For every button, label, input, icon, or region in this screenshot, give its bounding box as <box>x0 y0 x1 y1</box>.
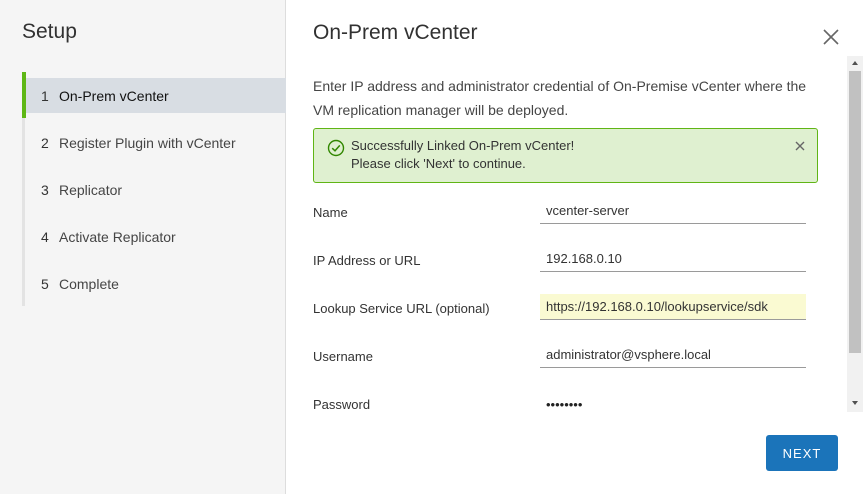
scroll-thumb[interactable] <box>849 71 861 353</box>
sidebar-title: Setup <box>22 20 77 43</box>
step-label: Register Plugin with vCenter <box>59 134 236 151</box>
step-number: 5 <box>41 275 49 292</box>
name-label: Name <box>313 205 348 220</box>
active-step-indicator <box>22 72 26 118</box>
step-number: 2 <box>41 134 49 151</box>
next-button[interactable]: NEXT <box>766 435 838 471</box>
steps-sidebar: Setup 1 On-Prem vCenter 2 Register Plugi… <box>0 0 286 494</box>
password-label: Password <box>313 397 371 412</box>
page-title: On-Prem vCenter <box>313 21 478 44</box>
check-circle-icon <box>327 139 345 157</box>
step-number: 3 <box>41 181 49 198</box>
ip-address-field[interactable] <box>540 246 806 272</box>
step-label: Activate Replicator <box>59 228 176 245</box>
alert-instruction: Please click 'Next' to continue. <box>351 156 526 171</box>
step-label: Complete <box>59 275 119 292</box>
username-label: Username <box>313 349 373 364</box>
step-replicator[interactable]: 3 Replicator <box>25 172 286 207</box>
lookup-url-label: Lookup Service URL (optional) <box>313 301 490 316</box>
scroll-up-icon[interactable] <box>847 56 863 70</box>
step-activate-replicator[interactable]: 4 Activate Replicator <box>25 219 286 254</box>
setup-dialog: Setup 1 On-Prem vCenter 2 Register Plugi… <box>0 0 863 494</box>
step-label: On-Prem vCenter <box>59 87 169 104</box>
step-content-pane: On-Prem vCenter Enter IP address and adm… <box>287 0 863 494</box>
close-icon[interactable] <box>821 27 841 47</box>
step-number: 4 <box>41 228 49 245</box>
alert-close-icon[interactable] <box>793 139 807 153</box>
form-content: Enter IP address and administrator crede… <box>287 70 847 412</box>
scroll-down-icon[interactable] <box>847 396 863 410</box>
step-list: 1 On-Prem vCenter 2 Register Plugin with… <box>22 72 286 306</box>
step-register-plugin[interactable]: 2 Register Plugin with vCenter <box>25 125 286 160</box>
success-alert: Successfully Linked On-Prem vCenter! Ple… <box>313 128 818 183</box>
password-field[interactable]: •••••••• <box>546 397 582 412</box>
name-field[interactable] <box>540 198 806 224</box>
step-complete[interactable]: 5 Complete <box>25 266 286 301</box>
intro-text: Enter IP address and administrator crede… <box>313 78 807 118</box>
lookup-url-field[interactable] <box>540 294 806 320</box>
content-scrollbar[interactable] <box>847 56 863 412</box>
step-label: Replicator <box>59 181 123 198</box>
step-number: 1 <box>41 87 49 104</box>
alert-message: Successfully Linked On-Prem vCenter! <box>351 138 575 153</box>
ip-address-label: IP Address or URL <box>313 253 421 268</box>
step-on-prem-vcenter[interactable]: 1 On-Prem vCenter <box>25 78 286 113</box>
username-field[interactable] <box>540 342 806 368</box>
